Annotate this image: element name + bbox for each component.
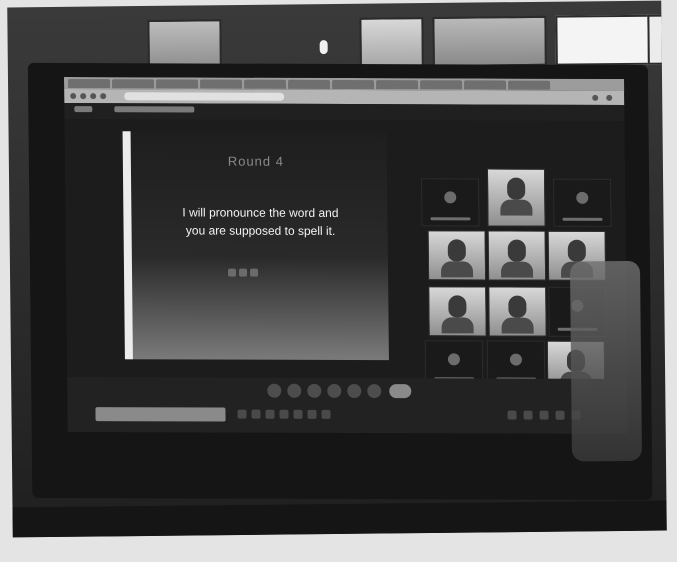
home-icon[interactable]	[100, 93, 107, 100]
chat-input[interactable]	[95, 407, 226, 422]
cursor-marks	[227, 264, 268, 277]
browser-tab[interactable]	[288, 79, 331, 89]
toolbar-icon[interactable]	[307, 409, 317, 419]
back-icon[interactable]	[70, 93, 77, 100]
window-pane	[432, 15, 547, 67]
toolbar-icon[interactable]	[507, 410, 517, 420]
browser-tab[interactable]	[200, 79, 243, 89]
chat-icon[interactable]	[327, 383, 342, 398]
slide-line-2: you are supposed to spell it.	[185, 223, 336, 238]
monitor: Round 4 I will pronounce the word and yo…	[27, 62, 653, 501]
browser-tab[interactable]	[67, 79, 111, 89]
window-pane	[555, 14, 650, 66]
toolbar-icon[interactable]	[321, 409, 331, 419]
mic-icon[interactable]	[287, 383, 302, 398]
slide-instruction: I will pronounce the word and you are su…	[145, 203, 375, 240]
toolbar-icon[interactable]	[523, 410, 533, 420]
toolbar-icon[interactable]	[293, 409, 303, 419]
camera-icon[interactable]	[267, 383, 282, 398]
participants-icon[interactable]	[347, 383, 362, 399]
participant-tile[interactable]	[421, 178, 480, 227]
browser-tab[interactable]	[156, 79, 199, 89]
extension-icon[interactable]	[592, 94, 599, 101]
toolbar-icon[interactable]	[555, 410, 565, 420]
photo: Round 4 I will pronounce the word and yo…	[7, 0, 667, 538]
toolbar-icon[interactable]	[279, 409, 289, 419]
participant-tile[interactable]	[553, 178, 612, 227]
toolbar-icon[interactable]	[265, 409, 275, 419]
hangup-icon[interactable]	[389, 384, 412, 399]
forward-icon[interactable]	[80, 93, 87, 100]
profile-icon[interactable]	[606, 94, 613, 101]
participant-tile[interactable]	[487, 230, 547, 281]
tablet-device	[569, 260, 643, 462]
meeting-header	[64, 103, 625, 121]
browser-tab[interactable]	[464, 80, 507, 90]
meeting-controls	[67, 377, 628, 434]
window-pane	[647, 14, 667, 65]
participant-tile[interactable]	[488, 286, 547, 337]
browser-tab[interactable]	[332, 79, 375, 90]
browser-tab[interactable]	[376, 80, 419, 90]
toolbar-icon[interactable]	[237, 409, 247, 419]
presenter-label	[114, 106, 195, 113]
url-field[interactable]	[124, 92, 285, 101]
presentation-slide: Round 4 I will pronounce the word and yo…	[124, 131, 389, 361]
desk-surface	[12, 500, 667, 538]
window-pane	[147, 19, 222, 70]
reload-icon[interactable]	[90, 93, 97, 100]
share-icon[interactable]	[307, 383, 322, 398]
window-pane	[359, 17, 424, 68]
browser-tab[interactable]	[420, 80, 463, 90]
monitor-screen: Round 4 I will pronounce the word and yo…	[63, 77, 628, 434]
participant-tile[interactable]	[428, 286, 487, 337]
reactions-icon[interactable]	[367, 384, 382, 399]
browser-tab[interactable]	[112, 79, 155, 89]
participant-tile[interactable]	[427, 230, 487, 281]
slide-line-1: I will pronounce the word and	[182, 205, 339, 220]
slide-title: Round 4	[227, 153, 285, 169]
toolbar-icon[interactable]	[251, 409, 261, 419]
browser-tab[interactable]	[508, 80, 551, 90]
ceiling-light	[319, 40, 328, 55]
browser-tab[interactable]	[244, 79, 287, 89]
meeting-logo	[74, 106, 93, 113]
toolbar-icon[interactable]	[539, 410, 549, 420]
participant-tile[interactable]	[486, 168, 546, 227]
